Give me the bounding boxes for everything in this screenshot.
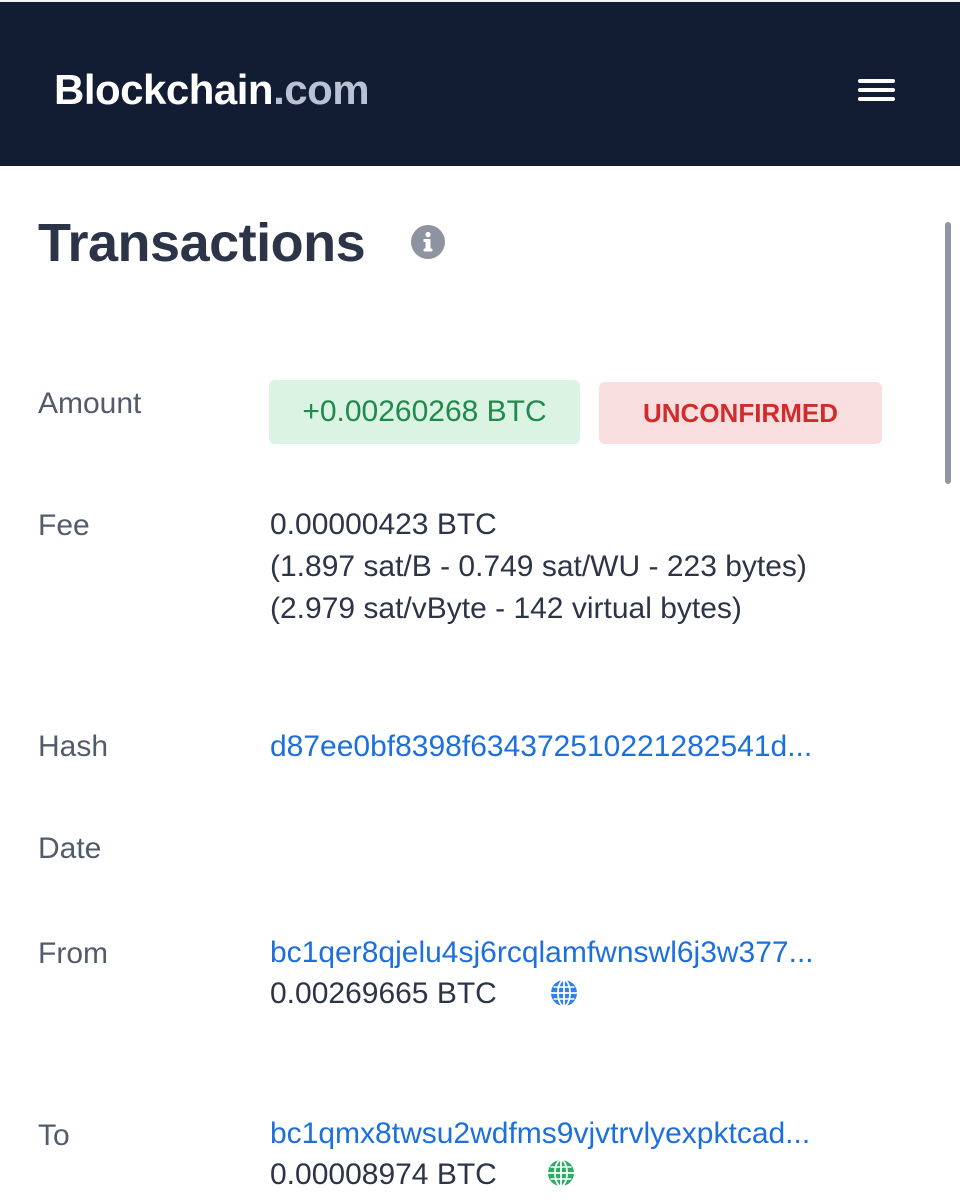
- page-title: Transactions: [38, 213, 366, 273]
- info-icon[interactable]: [410, 224, 446, 260]
- status-badge: UNCONFIRMED: [599, 382, 882, 444]
- fee-label: Fee: [38, 509, 90, 542]
- date-label: Date: [38, 832, 102, 865]
- transaction-hash-link[interactable]: d87ee0bf8398f634372510221282541d...: [270, 726, 812, 768]
- from-label: From: [38, 937, 108, 970]
- scrollbar-thumb[interactable]: [945, 222, 951, 484]
- brand-name: Blockchain: [54, 66, 274, 113]
- site-header: Blockchain.com: [0, 2, 960, 166]
- globe-icon[interactable]: [546, 1158, 576, 1188]
- amount-value-badge: +0.00260268 BTC: [269, 380, 580, 444]
- fee-rate-vbytes: (2.979 sat/vByte - 142 virtual bytes): [270, 592, 742, 625]
- to-label: To: [38, 1119, 70, 1152]
- fee-amount: 0.00000423 BTC: [270, 508, 497, 541]
- brand-domain-suffix: .com: [273, 66, 370, 113]
- fee-rate-bytes: (1.897 sat/B - 0.749 sat/WU - 223 bytes): [270, 550, 807, 583]
- to-amount: 0.00008974 BTC: [270, 1158, 497, 1191]
- transaction-page: Blockchain.com Transactions Amount +0.00…: [0, 0, 960, 1200]
- menu-bar-top: [858, 79, 895, 83]
- menu-bar-middle: [858, 88, 895, 92]
- amount-label: Amount: [38, 387, 142, 420]
- menu-bar-bottom: [858, 97, 895, 101]
- globe-icon[interactable]: [549, 978, 579, 1008]
- from-amount: 0.00269665 BTC: [270, 977, 497, 1010]
- from-address-link[interactable]: bc1qer8qjelu4sj6rcqlamfwnswl6j3w377...: [270, 932, 814, 974]
- to-address-link[interactable]: bc1qmx8twsu2wdfms9vjvtrvlyexpktcad...: [270, 1113, 810, 1155]
- brand-logo[interactable]: Blockchain.com: [54, 66, 370, 114]
- hamburger-menu-icon[interactable]: [850, 70, 902, 110]
- hash-label: Hash: [38, 730, 109, 763]
- fee-details: 0.00000423 BTC (1.897 sat/B - 0.749 sat/…: [270, 504, 807, 630]
